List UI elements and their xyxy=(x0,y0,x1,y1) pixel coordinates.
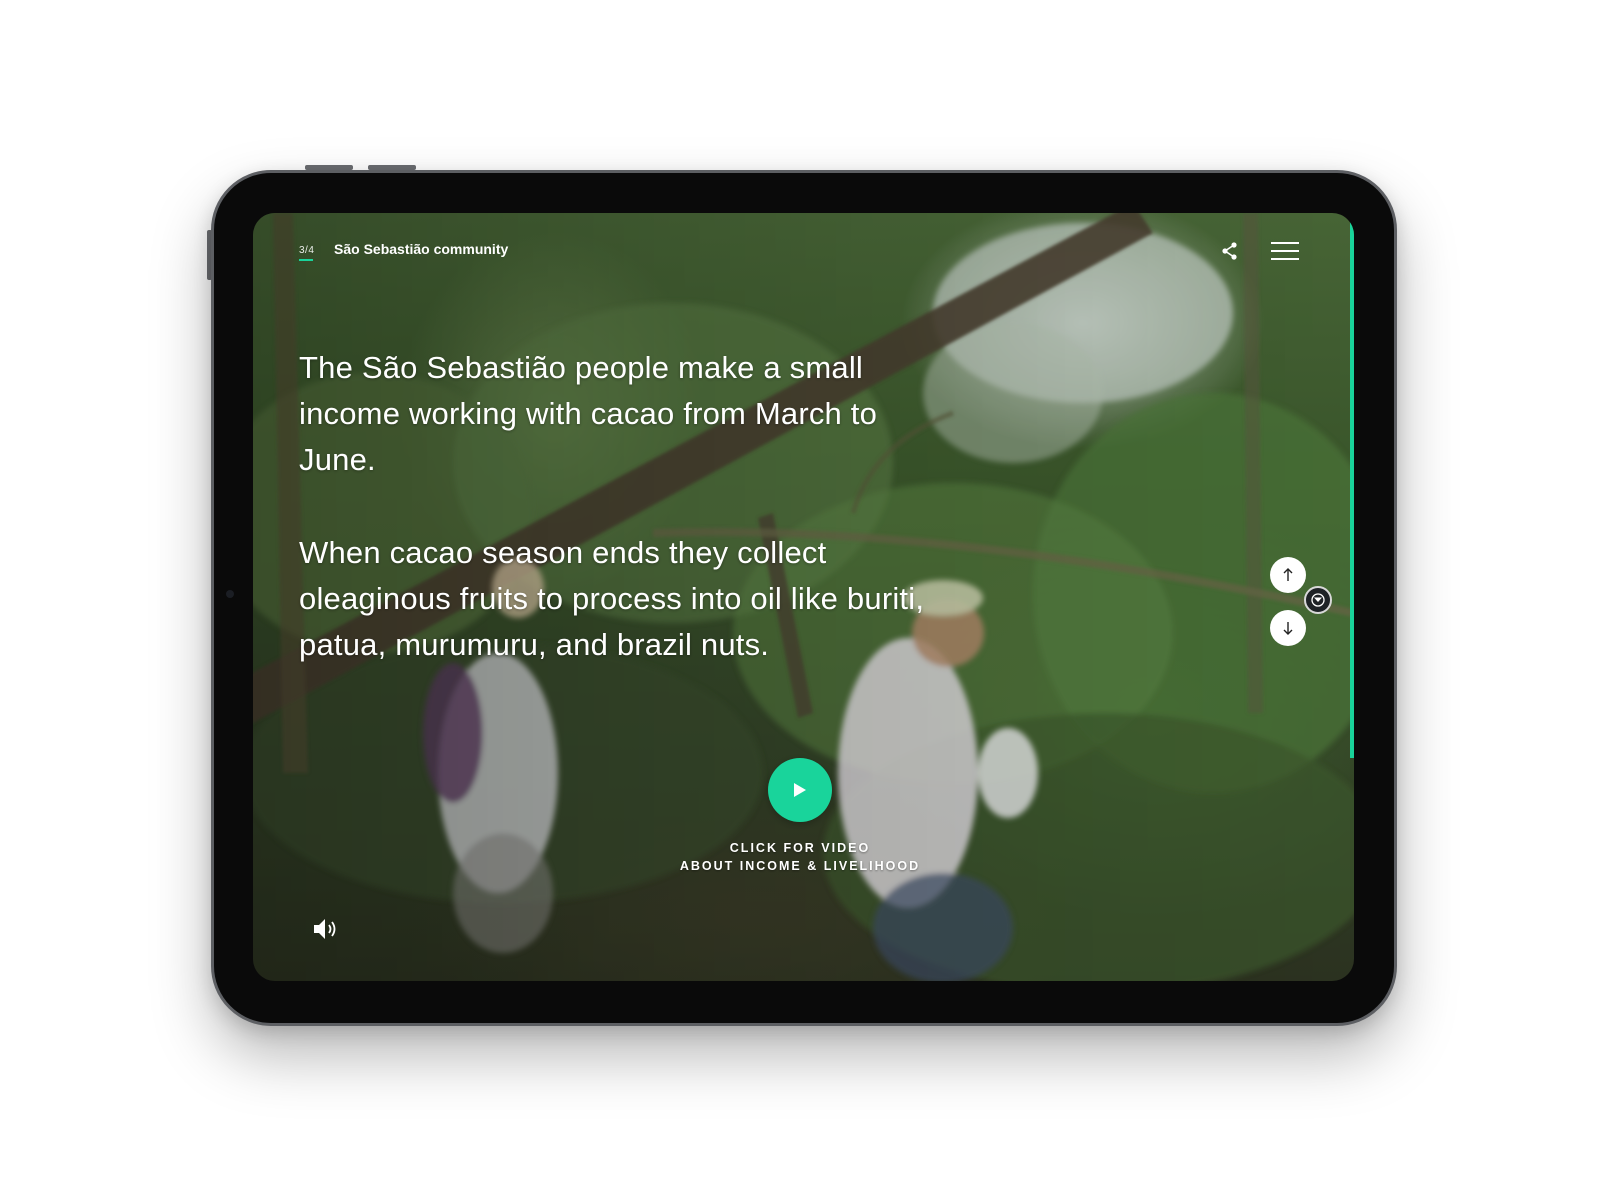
vr-view-icon xyxy=(1311,593,1325,607)
story-paragraph-2: When cacao season ends they collect olea… xyxy=(299,535,925,662)
next-section-button[interactable] xyxy=(1270,610,1306,646)
arrow-up-icon xyxy=(1283,568,1293,581)
play-icon xyxy=(794,783,806,797)
hamburger-line xyxy=(1271,258,1299,260)
video-cta-line-2[interactable]: ABOUT INCOME & LIVELIHOOD xyxy=(600,859,1000,873)
play-video-button[interactable] xyxy=(768,758,832,822)
front-camera xyxy=(226,590,234,598)
story-paragraph-1: The São Sebastião people make a small in… xyxy=(299,350,878,477)
share-button[interactable] xyxy=(1219,240,1241,262)
arrow-down-icon xyxy=(1283,622,1293,635)
tablet-screen: 3/4 São Sebastião community The São Seba… xyxy=(253,213,1354,981)
section-title: São Sebastião community xyxy=(334,241,509,257)
speaker-icon xyxy=(314,919,336,939)
scroll-progress-bar xyxy=(1350,213,1354,759)
video-cta-line-1[interactable]: CLICK FOR VIDEO xyxy=(600,841,1000,855)
vr-view-button[interactable] xyxy=(1304,586,1332,614)
menu-button[interactable] xyxy=(1271,241,1299,261)
hamburger-menu-icon xyxy=(1271,242,1299,244)
previous-section-button[interactable] xyxy=(1270,557,1306,593)
chapter-counter: 3/4 xyxy=(299,245,315,256)
share-icon xyxy=(1222,242,1237,260)
hamburger-line xyxy=(1271,250,1299,252)
sound-toggle-button[interactable] xyxy=(312,916,340,942)
counter-underline xyxy=(299,259,313,261)
